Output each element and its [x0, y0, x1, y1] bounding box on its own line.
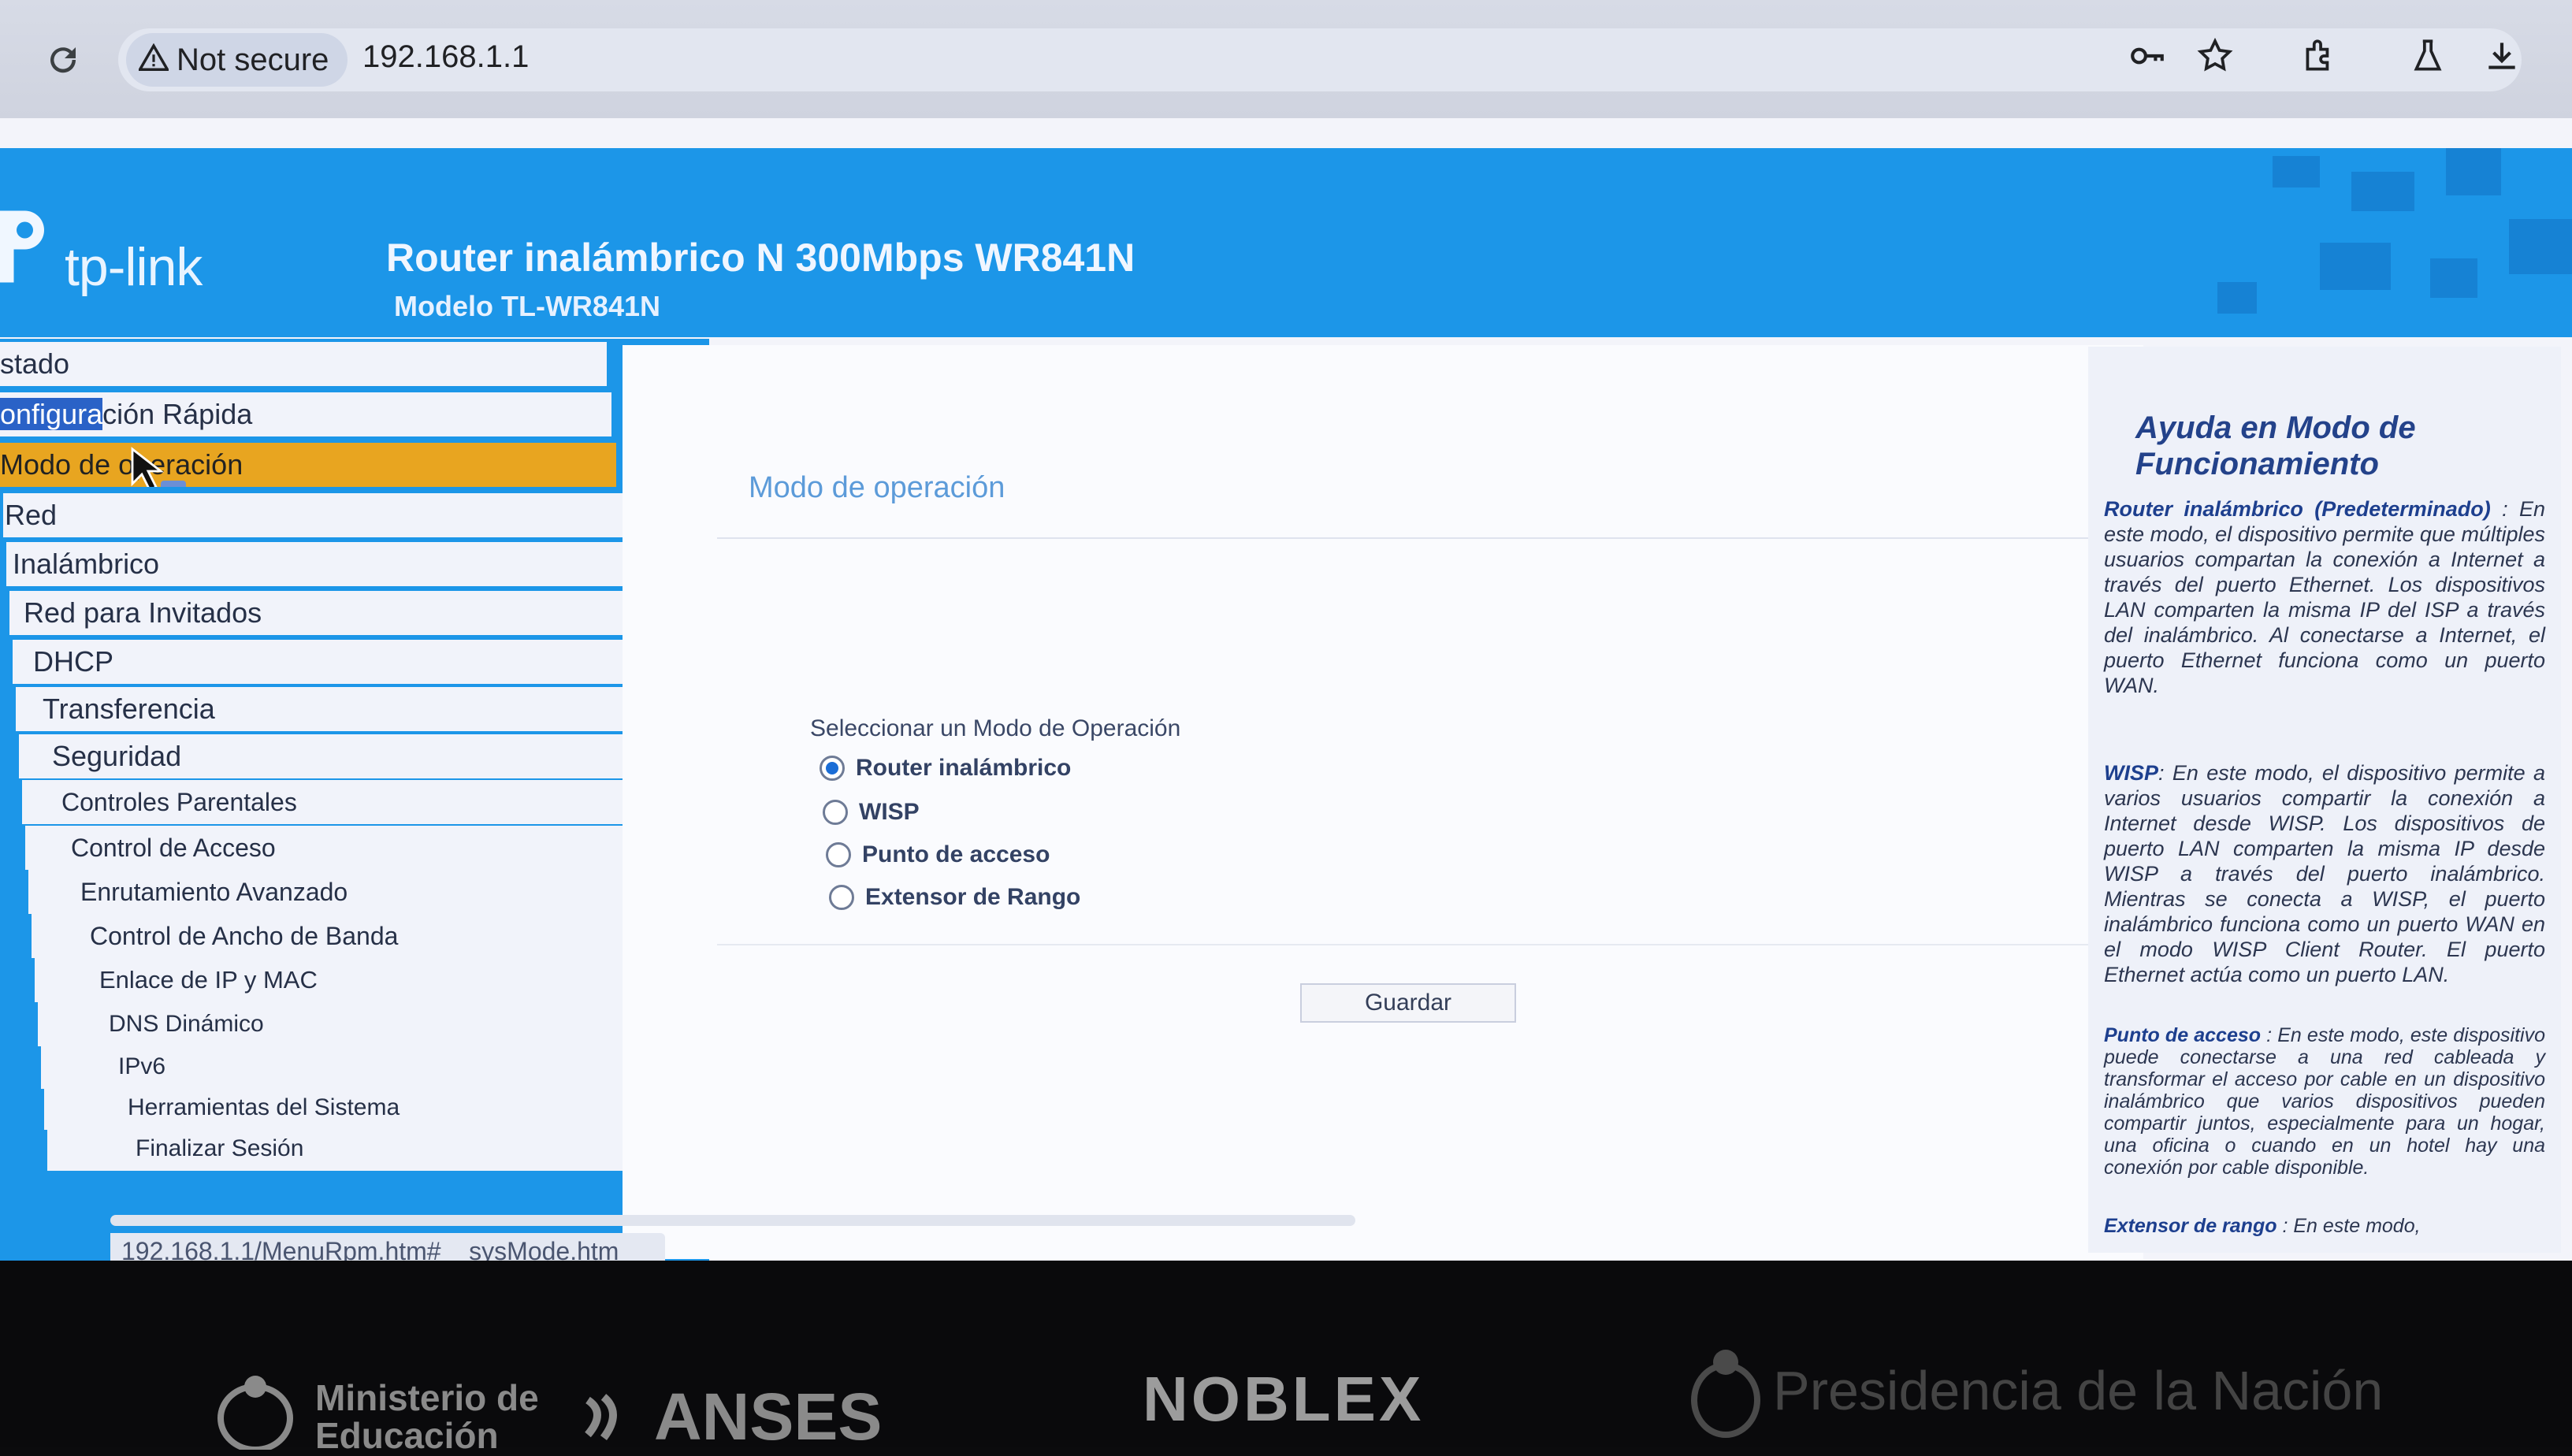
radio-button[interactable] [823, 800, 848, 825]
sidebar-item-control-acceso[interactable]: Control de Acceso [25, 826, 719, 870]
escudo-logo-icon [217, 1376, 293, 1450]
tplink-logo-icon [0, 210, 44, 283]
router-admin-page: tp-link Router inalámbrico N 300Mbps WR8… [0, 118, 2572, 1269]
key-icon[interactable] [2128, 36, 2167, 76]
security-indicator[interactable]: Not secure [126, 33, 348, 87]
horizontal-scrollbar[interactable] [110, 1215, 1355, 1226]
security-label: Not secure [177, 42, 329, 77]
reload-icon[interactable] [44, 41, 82, 79]
sidebar-item-configuracion-rapida[interactable]: onfiguración Rápida [0, 392, 611, 436]
page-header: tp-link Router inalámbrico N 300Mbps WR8… [0, 148, 2572, 337]
radio-button[interactable] [820, 756, 845, 781]
warning-icon [137, 43, 170, 77]
mouse-cursor-icon [131, 447, 186, 487]
divider [717, 537, 2120, 539]
sidebar-item-controles-parentales[interactable]: Controles Parentales [22, 780, 708, 824]
header-pattern [2217, 148, 2572, 314]
page-title: Router inalámbrico N 300Mbps WR841N [386, 236, 1135, 280]
extensions-icon[interactable] [2299, 36, 2339, 76]
anses-logo-icon [585, 1394, 617, 1440]
download-icon[interactable] [2482, 36, 2522, 76]
help-extensor-paragraph: Extensor de rango : En este modo, [2104, 1215, 2421, 1237]
main-content: Modo de operación Seleccionar un Modo de… [623, 345, 2143, 1259]
radio-router-inalambrico[interactable]: Router inalámbrico [820, 755, 1071, 782]
anses-logo: ANSES [654, 1380, 883, 1454]
radio-wisp[interactable]: WISP [823, 799, 920, 826]
select-mode-label: Seleccionar un Modo de Operación [810, 715, 1181, 741]
sidebar-item-red-invitados[interactable]: Red para Invitados [9, 591, 654, 635]
sidebar-item-dhcp[interactable]: DHCP [13, 640, 668, 684]
escudo-presidencia-icon [1691, 1350, 1760, 1438]
help-title: Ayuda en Modo de Funcionamiento [2135, 410, 2416, 481]
url-text[interactable]: 192.168.1.1 [362, 39, 529, 75]
radio-extensor-rango[interactable]: Extensor de Rango [829, 884, 1080, 911]
sidebar-item-estado[interactable]: stado [0, 342, 607, 386]
presidencia-logo: Presidencia de la Nación [1773, 1360, 2384, 1421]
star-icon[interactable] [2195, 36, 2235, 76]
laptop-bezel: Ministerio de Educación ANSES NOBLEX Pre… [0, 1261, 2572, 1454]
help-wisp-paragraph: WISP: En este modo, el dispositivo permi… [2104, 761, 2545, 986]
section-title: Modo de operación [749, 471, 1005, 504]
labs-icon[interactable] [2408, 36, 2447, 76]
model-label: Modelo TL-WR841N [394, 290, 660, 322]
save-button[interactable]: Guardar [1300, 983, 1516, 1023]
sidebar-item-modo-operacion[interactable]: Modo de operación [0, 443, 616, 487]
sidebar-item-red[interactable]: Red [3, 493, 626, 537]
noblex-logo: NOBLEX [1143, 1364, 1425, 1434]
help-punto-acceso-paragraph: Punto de acceso : En este modo, este dis… [2104, 1024, 2546, 1179]
divider [717, 944, 2120, 945]
tplink-logo-text: tp-link [65, 237, 203, 297]
ministerio-logo: Ministerio de Educación [315, 1377, 539, 1456]
sidebar-item-seguridad[interactable]: Seguridad [19, 734, 697, 778]
radio-punto-acceso[interactable]: Punto de acceso [826, 841, 1050, 868]
radio-button[interactable] [826, 842, 851, 867]
radio-button[interactable] [829, 885, 854, 910]
help-panel: Ayuda en Modo de Funcionamiento Router i… [2088, 347, 2561, 1253]
help-router-paragraph: Router inalámbrico (Predeterminado) : En… [2104, 497, 2545, 697]
browser-toolbar: Not secure 192.168.1.1 [0, 0, 2572, 118]
sidebar-item-inalambrico[interactable]: Inalámbrico [6, 542, 638, 586]
sidebar: stado onfiguración Rápida Modo de operac… [0, 339, 794, 1268]
sidebar-item-transferencia[interactable]: Transferencia [16, 687, 682, 731]
